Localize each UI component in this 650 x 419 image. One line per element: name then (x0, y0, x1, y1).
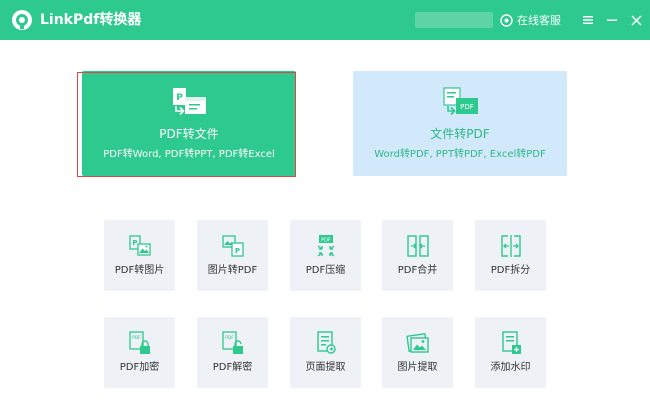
image-to-pdf-label: 图片转PDF (207, 265, 258, 276)
compress-badge-text: PDF (321, 237, 331, 243)
add-watermark-icon (502, 331, 521, 354)
svg-text:P: P (132, 239, 137, 247)
pdf-to-file-title: PDF转文件 (159, 127, 219, 141)
pdf-to-file-subtitle: PDF转Word, PDF转PPT, PDF转Excel (103, 149, 275, 160)
file-to-pdf-icon: PDF (443, 87, 478, 116)
file-to-pdf-card[interactable]: PDF 文件转PDF Word转PDF, PPT转PDF, Excel转PDF (353, 71, 567, 176)
svg-text:P: P (235, 247, 240, 255)
online-support-label: 在线客服 (517, 14, 561, 27)
file-to-pdf-title: 文件转PDF (430, 127, 490, 141)
pdf-to-image-label: PDF转图片 (114, 265, 165, 276)
pdf-decrypt-tool[interactable]: PDF PDF解密 (197, 317, 268, 388)
title-bar: LinkPdf转换器 在线客服 (0, 0, 650, 40)
file-to-pdf-subtitle: Word转PDF, PPT转PDF, Excel转PDF (374, 149, 546, 160)
pdf-merge-tool[interactable]: PDF合并 (382, 220, 453, 291)
image-extract-label: 图片提取 (397, 362, 438, 373)
minimize-icon (607, 19, 617, 21)
decrypt-badge-text: PDF (225, 335, 234, 341)
pdf-badge-text: PDF (460, 103, 474, 111)
image-to-pdf-icon: P (222, 235, 244, 257)
close-icon (630, 14, 642, 26)
linkpdf-logo-icon (12, 10, 32, 30)
pdf-split-label: PDF拆分 (490, 265, 531, 276)
pdf-split-icon (501, 235, 521, 257)
user-info-redacted (415, 12, 493, 28)
headset-icon (500, 13, 513, 27)
pdf-to-image-icon: P (129, 235, 151, 256)
menu-button[interactable] (579, 11, 597, 29)
online-support-button[interactable]: 在线客服 (500, 11, 561, 29)
page-extract-label: 页面提取 (305, 362, 346, 373)
image-extract-tool[interactable]: 图片提取 (382, 317, 453, 388)
pdf-decrypt-icon: PDF (222, 331, 243, 354)
pdf-encrypt-tool[interactable]: PDF PDF加密 (104, 317, 175, 388)
pdf-decrypt-label: PDF解密 (212, 362, 253, 373)
menu-icon (583, 16, 593, 24)
page-extract-icon (317, 331, 336, 354)
pdf-to-file-card[interactable]: P PDF转文件 PDF转Word, PDF转PPT, PDF转Excel (82, 71, 296, 176)
pdf-compress-label: PDF压缩 (305, 265, 346, 276)
svg-text:P: P (176, 93, 183, 103)
minimize-button[interactable] (603, 11, 621, 29)
pdf-to-image-tool[interactable]: P PDF转图片 (104, 220, 175, 291)
add-watermark-tool[interactable]: 添加水印 (475, 317, 546, 388)
pdf-compress-icon: PDF (317, 235, 335, 257)
pdf-merge-icon (407, 235, 429, 257)
pdf-merge-label: PDF合并 (397, 265, 438, 276)
pdf-compress-tool[interactable]: PDF PDF压缩 (290, 220, 361, 291)
image-extract-icon (406, 333, 429, 353)
pdf-encrypt-label: PDF加密 (119, 362, 160, 373)
add-watermark-label: 添加水印 (490, 362, 531, 373)
page-extract-tool[interactable]: 页面提取 (290, 317, 361, 388)
encrypt-badge-text: PDF (132, 335, 141, 341)
pdf-encrypt-icon: PDF (129, 331, 150, 354)
pdf-split-tool[interactable]: PDF拆分 (475, 220, 546, 291)
close-button[interactable] (627, 11, 645, 29)
pdf-to-file-icon: P (173, 88, 206, 116)
app-title: LinkPdf转换器 (40, 12, 142, 28)
image-to-pdf-tool[interactable]: P 图片转PDF (197, 220, 268, 291)
